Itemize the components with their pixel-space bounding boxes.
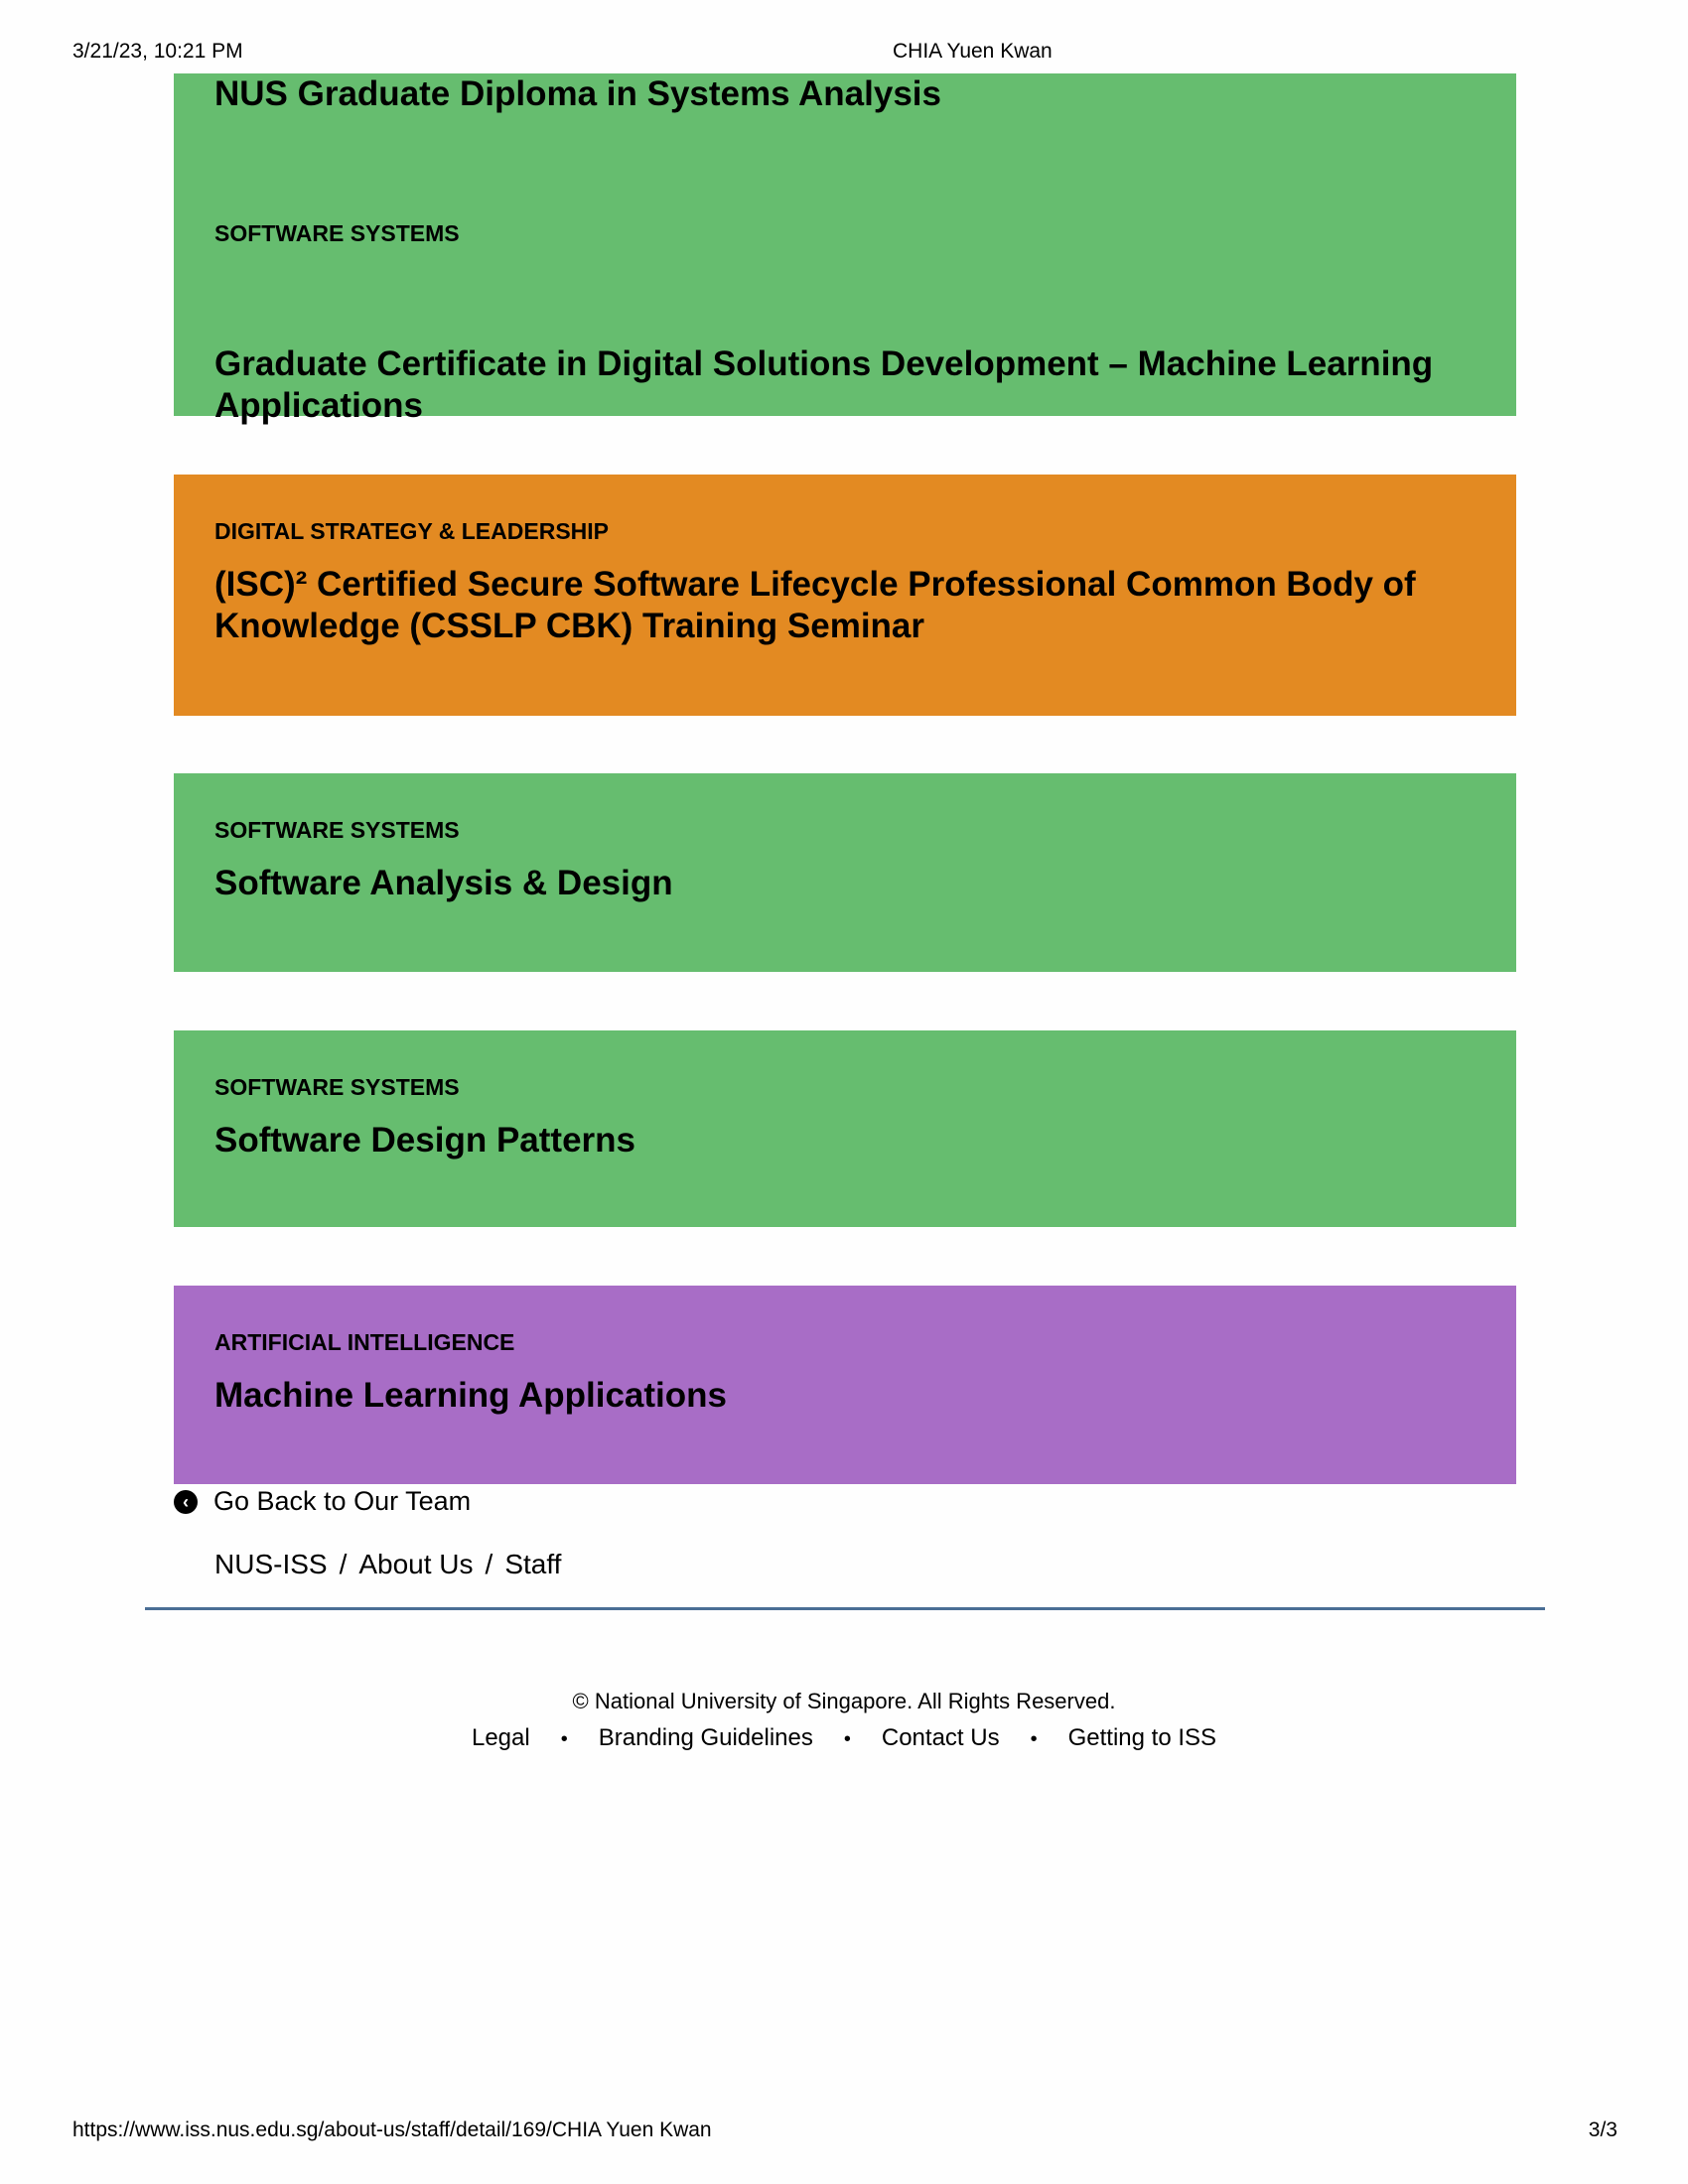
print-page-number: 3/3	[1588, 2118, 1618, 2141]
footer-link-legal[interactable]: Legal	[472, 1724, 530, 1751]
footer-links: Legal • Branding Guidelines • Contact Us • Get…	[0, 1724, 1688, 1752]
breadcrumb-item-about-us[interactable]: About Us	[358, 1549, 473, 1579]
footer-link-contact-us[interactable]: Contact Us	[882, 1724, 1000, 1751]
footer-link-getting-to-iss[interactable]: Getting to ISS	[1068, 1724, 1216, 1751]
footer-link-branding-guidelines[interactable]: Branding Guidelines	[599, 1724, 813, 1751]
breadcrumb: NUS-ISS / About Us / Staff	[214, 1549, 561, 1580]
course-title[interactable]: (ISC)² Certified Secure Software Lifecyc…	[214, 564, 1476, 647]
breadcrumb-item-staff[interactable]: Staff	[504, 1549, 561, 1579]
print-url: https://www.iss.nus.edu.sg/about-us/staf…	[72, 2118, 712, 2141]
back-link-label: Go Back to Our Team	[213, 1486, 472, 1516]
course-title[interactable]: NUS Graduate Diploma in Systems Analysis	[214, 73, 941, 115]
print-page-title: CHIA Yuen Kwan	[893, 40, 1053, 63]
course-title[interactable]: Graduate Certificate in Digital Solution…	[214, 343, 1466, 427]
course-category: SOFTWARE SYSTEMS	[214, 220, 460, 246]
course-category: ARTIFICIAL INTELLIGENCE	[214, 1329, 515, 1355]
copyright-text: © National University of Singapore. All …	[572, 1689, 1116, 1713]
footer-divider	[145, 1607, 1545, 1610]
breadcrumb-separator: /	[339, 1549, 348, 1579]
footer-separator: •	[843, 1728, 851, 1750]
course-category: DIGITAL STRATEGY & LEADERSHIP	[214, 518, 609, 544]
course-title[interactable]: Software Design Patterns	[214, 1120, 1476, 1161]
course-card[interactable]: ARTIFICIAL INTELLIGENCE Machine Learning…	[174, 1286, 1516, 1484]
course-card[interactable]: SOFTWARE SYSTEMS Software Analysis & Des…	[174, 773, 1516, 972]
chevron-left-circle-icon: ‹	[174, 1489, 198, 1514]
footer-separator: •	[560, 1728, 568, 1750]
course-category: SOFTWARE SYSTEMS	[214, 1074, 460, 1100]
back-to-team-link[interactable]: ‹ Go Back to Our Team	[174, 1486, 471, 1517]
course-card[interactable]: NUS Graduate Diploma in Systems Analysis…	[174, 73, 1516, 425]
course-title[interactable]: Software Analysis & Design	[214, 863, 1476, 904]
course-category: SOFTWARE SYSTEMS	[214, 817, 460, 843]
footer-separator: •	[1030, 1728, 1038, 1750]
print-datetime: 3/21/23, 10:21 PM	[72, 40, 243, 63]
breadcrumb-separator: /	[485, 1549, 493, 1579]
course-card[interactable]: SOFTWARE SYSTEMS Software Design Pattern…	[174, 1030, 1516, 1227]
course-card[interactable]: DIGITAL STRATEGY & LEADERSHIP (ISC)² Cer…	[174, 475, 1516, 716]
breadcrumb-item-nus-iss[interactable]: NUS-ISS	[214, 1549, 328, 1579]
course-title[interactable]: Machine Learning Applications	[214, 1375, 1476, 1417]
